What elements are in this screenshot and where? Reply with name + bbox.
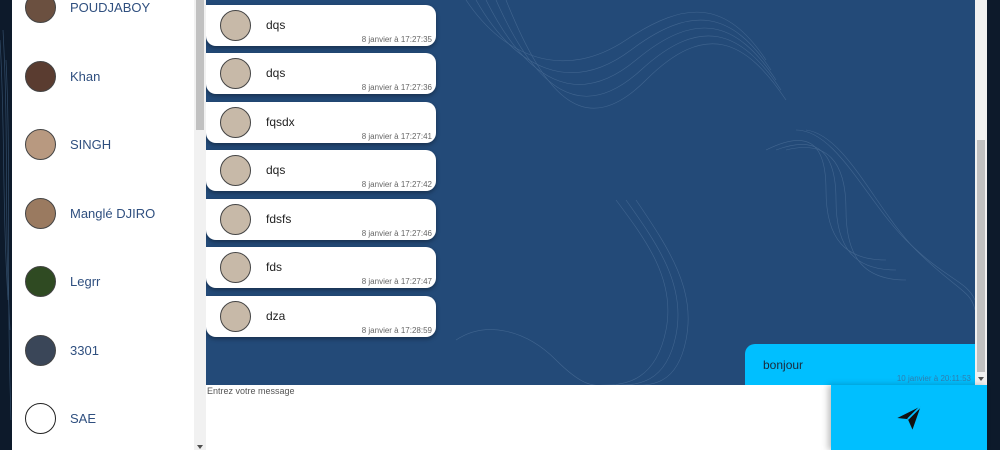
message-timestamp: 8 janvier à 17:27:46 xyxy=(361,229,432,238)
chat-scroll-down-arrow[interactable] xyxy=(978,377,984,381)
avatar xyxy=(220,301,251,332)
contact-name: Legrr xyxy=(70,273,101,289)
chat-scrollbar-thumb[interactable] xyxy=(977,140,985,372)
message-timestamp: 10 janvier à 20:11:53 xyxy=(896,374,971,383)
message-text: dqs xyxy=(266,66,286,80)
own-message-bubble: bonjour 10 janvier à 20:11:53 xyxy=(745,344,975,385)
contact-name: Khan xyxy=(70,68,101,84)
message-text: fqsdx xyxy=(266,115,295,129)
contact-item[interactable]: POUDJABOY xyxy=(12,0,194,37)
message-bubble: fqsdx 8 janvier à 17:27:41 xyxy=(206,102,436,143)
chat-panel: dqs 8 janvier à 17:27:35 dqs 8 janvier à… xyxy=(206,0,975,385)
contact-name: SINGH xyxy=(70,136,112,152)
message-timestamp: 8 janvier à 17:27:47 xyxy=(361,277,432,286)
avatar xyxy=(25,402,56,434)
message-bubble: dqs 8 janvier à 17:27:42 xyxy=(206,150,436,191)
message-bubble: fds 8 janvier à 17:27:47 xyxy=(206,247,436,288)
send-button[interactable] xyxy=(831,385,987,450)
contact-item[interactable]: Legrr xyxy=(12,251,194,311)
message-text: dqs xyxy=(266,18,286,32)
contact-name: POUDJABOY xyxy=(70,0,151,15)
sidebar-scroll-down-arrow[interactable] xyxy=(197,445,203,449)
avatar xyxy=(220,10,251,41)
message-text: bonjour xyxy=(763,358,804,372)
avatar xyxy=(220,204,251,235)
contact-item[interactable]: Khan xyxy=(12,46,194,106)
message-bubble: fdsfs 8 janvier à 17:27:46 xyxy=(206,199,436,240)
avatar xyxy=(220,155,251,186)
sidebar-scrollbar-thumb[interactable] xyxy=(196,0,204,130)
message-bubble: dza 8 janvier à 17:28:59 xyxy=(206,296,436,337)
message-text: fds xyxy=(266,260,283,274)
message-timestamp: 8 janvier à 17:28:59 xyxy=(361,326,432,335)
message-timestamp: 8 janvier à 17:27:42 xyxy=(361,180,432,189)
contact-item[interactable]: SAE xyxy=(12,388,194,448)
avatar xyxy=(25,128,56,160)
avatar xyxy=(25,0,56,23)
contact-item[interactable]: 3301 xyxy=(12,320,194,380)
message-timestamp: 8 janvier à 17:27:41 xyxy=(361,132,432,141)
avatar xyxy=(25,334,56,366)
contacts-sidebar: POUDJABOY Khan SINGH Manglé DJIRO Legrr … xyxy=(12,0,206,450)
send-icon xyxy=(897,405,922,430)
avatar xyxy=(25,60,56,92)
message-timestamp: 8 janvier à 17:27:35 xyxy=(361,35,432,44)
avatar xyxy=(220,58,251,89)
avatar xyxy=(25,265,56,297)
contact-item[interactable]: SINGH xyxy=(12,114,194,174)
message-text: dza xyxy=(266,309,286,323)
avatar xyxy=(220,107,251,138)
message-text: fdsfs xyxy=(266,212,292,226)
contact-item[interactable]: Manglé DJIRO xyxy=(12,183,194,243)
message-bubble: dqs 8 janvier à 17:27:36 xyxy=(206,53,436,94)
avatar xyxy=(220,252,251,283)
message-timestamp: 8 janvier à 17:27:36 xyxy=(361,83,432,92)
contact-name: SAE xyxy=(70,410,97,426)
contact-name: 3301 xyxy=(70,342,99,358)
message-text: dqs xyxy=(266,163,286,177)
avatar xyxy=(25,197,56,229)
message-bubble: dqs 8 janvier à 17:27:35 xyxy=(206,5,436,46)
message-input[interactable] xyxy=(206,385,831,450)
contact-name: Manglé DJIRO xyxy=(70,205,156,221)
